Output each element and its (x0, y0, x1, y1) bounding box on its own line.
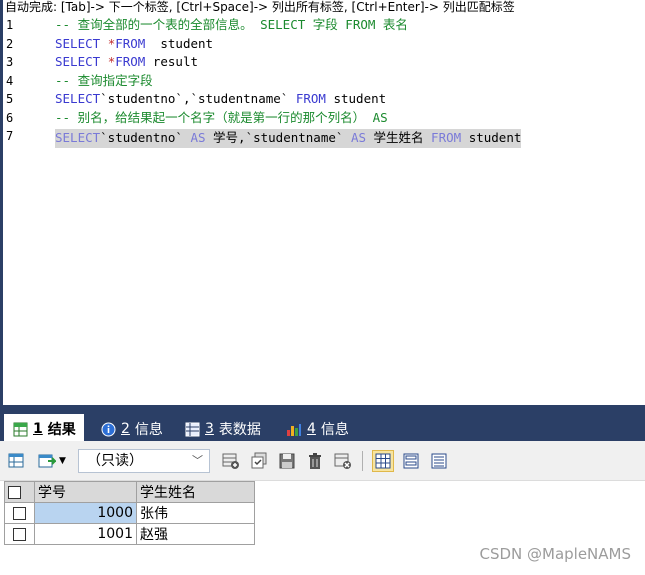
import-icon (38, 454, 57, 468)
code-token: result (152, 54, 199, 69)
code-token: student (333, 91, 387, 106)
tab-info[interactable]: 2 信息 (92, 414, 171, 444)
watermark: CSDN @MapleNAMS (479, 545, 631, 563)
line-number-gutter: 1 2 3 4 5 6 7 (3, 14, 52, 405)
export-grid-button[interactable] (6, 450, 28, 472)
line-number: 1 (6, 18, 14, 32)
code-token: -- 查询全部的一个表的全部信息。 SELECT 字段 FROM 表名 (55, 17, 408, 32)
result-toolbar: ▼ （只读） ﹀ (0, 441, 645, 481)
line-number: 6 (6, 110, 14, 125)
text-view-button[interactable] (428, 450, 450, 472)
tab-info-4-number: 4 (307, 421, 316, 437)
sql-editor[interactable]: 1 2 3 4 5 6 7 -- 查询全部的一个表的全部信息。 SELECT 字段 FROM… (3, 14, 645, 405)
cell-student-number[interactable]: 1000 (34, 502, 137, 524)
row-checkbox-cell[interactable] (4, 523, 35, 545)
tab-table-data-label: 表数据 (218, 422, 261, 438)
chevron-down-icon: ﹀ (192, 454, 203, 467)
readonly-select[interactable]: （只读） ﹀ (78, 449, 210, 473)
grid-header-row: 学号 学生姓名 (4, 481, 255, 503)
line-number: 4 (6, 73, 14, 88)
autocomplete-hint-bar: 自动完成: [Tab]-> 下一个标签, [Ctrl+Space]-> 列出所有… (3, 0, 645, 14)
code-token: FROM (115, 54, 153, 69)
import-dropdown-button[interactable]: ▼ (32, 450, 72, 472)
code-line[interactable]: SELECT`studentno`,`studentname` FROM stu… (55, 90, 521, 109)
code-token: `studentno`,`studentname` (100, 91, 296, 106)
code-line[interactable]: -- 查询指定字段 (55, 72, 521, 91)
duplicate-row-button[interactable] (248, 450, 270, 472)
result-tab-bar: 1 结果 2 信息 3 表数据 4 信息 (0, 405, 645, 444)
code-token: FROM (295, 91, 334, 106)
line-number: 2 (6, 36, 14, 51)
tab-info-4[interactable]: 4 信息 (278, 414, 357, 444)
code-token: -- 别名，给结果起一个名字（就是第一行的那个列名） AS (55, 109, 388, 125)
grid-view-button[interactable] (372, 450, 394, 472)
checkbox[interactable] (8, 485, 21, 499)
cancel-icon (334, 453, 351, 469)
column-header-student-number[interactable]: 学号 (34, 481, 137, 503)
column-header-student-name[interactable]: 学生姓名 (136, 481, 255, 503)
save-icon (279, 453, 295, 469)
tab-info-4-label: 信息 (320, 422, 349, 438)
result-grid: 学号 学生姓名 1000 张伟 1001 赵强 (4, 481, 255, 545)
code-token: SELECT (55, 130, 101, 145)
form-view-button[interactable] (400, 450, 422, 472)
code-token: AS (350, 130, 374, 145)
info-chart-icon (286, 421, 302, 437)
tab-info-number: 2 (121, 421, 130, 437)
cell-student-number[interactable]: 1001 (34, 523, 137, 545)
select-all-checkbox-cell[interactable] (4, 481, 35, 503)
code-token: AS (190, 130, 214, 145)
code-token: student (468, 130, 522, 145)
tab-table-data[interactable]: 3 表数据 (176, 414, 269, 444)
save-button[interactable] (276, 450, 298, 472)
code-token: student (152, 35, 214, 51)
export-grid-icon (8, 453, 24, 468)
trash-icon (309, 453, 321, 469)
tab-result-label: 结果 (47, 422, 76, 438)
cancel-changes-button[interactable] (332, 450, 354, 472)
toolbar-separator (362, 451, 363, 471)
code-line[interactable]: SELECT *FROM result (55, 53, 521, 72)
duplicate-row-icon (251, 452, 267, 469)
code-token: SELECT (55, 54, 108, 69)
info-icon (100, 421, 116, 437)
grid-view-icon (375, 453, 391, 469)
line-number: 3 (6, 55, 14, 69)
line-number: 7 (6, 129, 14, 143)
code-line[interactable]: -- 查询全部的一个表的全部信息。 SELECT 字段 FROM 表名 (55, 16, 521, 35)
code-token: SELECT (55, 35, 108, 51)
tab-result-number: 1 (33, 421, 43, 437)
cell-student-name[interactable]: 赵强 (136, 523, 255, 545)
text-view-icon (431, 453, 447, 469)
cell-student-name[interactable]: 张伟 (136, 502, 255, 524)
row-checkbox-cell[interactable] (4, 502, 35, 524)
result-grid-icon (12, 421, 28, 437)
code-token: SELECT (55, 91, 101, 106)
table-data-icon (184, 421, 200, 437)
code-area[interactable]: -- 查询全部的一个表的全部信息。 SELECT 字段 FROM 表名 SELEC… (55, 16, 522, 148)
table-row[interactable]: 1001 赵强 (4, 523, 255, 545)
chevron-down-icon: ▼ (59, 456, 66, 466)
checkbox[interactable] (13, 527, 26, 541)
code-line[interactable]: SELECT *FROM student (55, 35, 521, 54)
checkbox[interactable] (13, 506, 26, 520)
tab-result[interactable]: 1 结果 (4, 414, 84, 444)
code-token: `studentno` (100, 130, 191, 145)
insert-row-icon (222, 453, 239, 469)
table-row[interactable]: 1000 张伟 (4, 502, 255, 524)
code-line[interactable]: -- 别名，给结果起一个名字（就是第一行的那个列名） AS (55, 109, 521, 128)
code-token: 学号,`studentname` (213, 130, 351, 145)
code-token: FROM (115, 35, 153, 51)
tab-table-data-number: 3 (205, 421, 214, 437)
delete-button[interactable] (304, 450, 326, 472)
readonly-select-value: （只读） (87, 453, 143, 469)
line-number: 5 (6, 92, 14, 106)
code-line[interactable]: SELECT`studentno` AS 学号,`studentname` AS… (55, 129, 522, 148)
form-view-icon (403, 453, 419, 469)
code-token: -- 查询指定字段 (55, 72, 153, 88)
code-token: 学生姓名 (373, 130, 432, 145)
code-token: FROM (431, 130, 469, 145)
insert-row-button[interactable] (220, 450, 242, 472)
tab-info-label: 信息 (134, 422, 163, 438)
